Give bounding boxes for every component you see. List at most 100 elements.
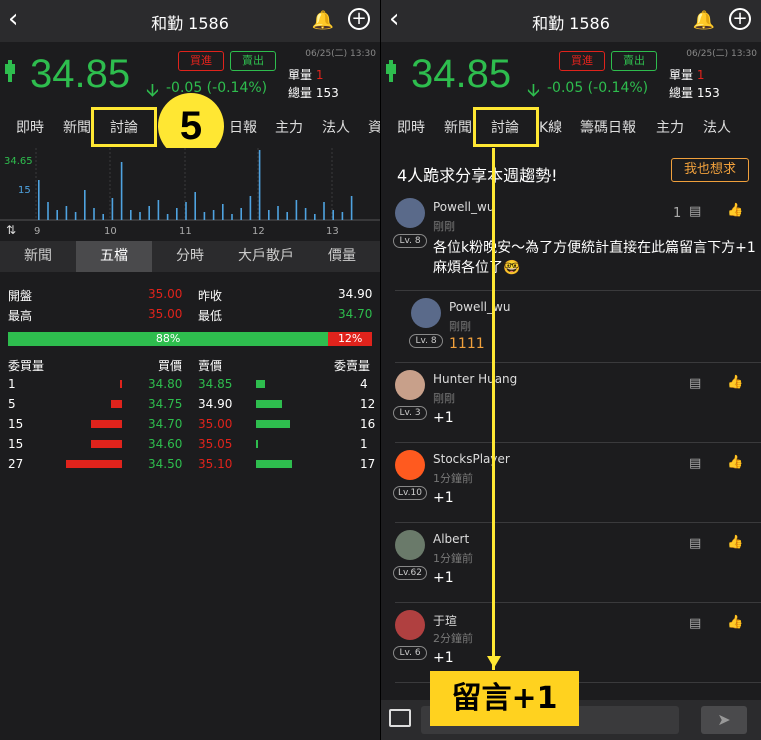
volume-bar: [74, 212, 77, 220]
subtab-news[interactable]: 新聞: [0, 241, 76, 272]
avatar[interactable]: [395, 530, 425, 560]
level-badge: Lv. 8: [409, 334, 443, 348]
reply-icon[interactable]: ▤: [689, 536, 701, 551]
tab-institutional[interactable]: 法人: [322, 117, 350, 137]
comment-text: +1: [433, 490, 454, 506]
volume-bar: [185, 202, 187, 220]
reply-count: 1: [673, 206, 682, 221]
bid-bar: [90, 420, 122, 428]
tab-kline[interactable]: K線: [539, 117, 562, 137]
ask-price: 35.05: [198, 437, 233, 451]
avatar[interactable]: [395, 610, 425, 640]
like-icon[interactable]: 👍: [727, 535, 743, 550]
volume-bar: [111, 198, 114, 220]
comment-author[interactable]: Albert: [433, 532, 469, 546]
volume-bar: [102, 214, 104, 220]
tab-daily[interactable]: 日報: [229, 117, 257, 137]
volume-bar: [286, 212, 288, 220]
ask-bar: [256, 400, 282, 408]
xtick-label: 13: [326, 226, 339, 237]
avatar[interactable]: [411, 298, 441, 328]
volume-bar: [166, 214, 169, 220]
total-volume: 總量 153: [669, 86, 720, 100]
ask-price: 35.10: [198, 457, 233, 471]
sell-button[interactable]: 賣出: [230, 51, 276, 71]
volume-bar: [130, 210, 132, 220]
volume-bar: [194, 192, 196, 220]
add-icon[interactable]: +: [729, 8, 751, 30]
image-icon[interactable]: [389, 709, 411, 727]
divider: [395, 362, 761, 363]
comment-time: 2分鐘前: [433, 632, 473, 645]
tab-institutional[interactable]: 法人: [703, 117, 731, 137]
subtab-price-volume[interactable]: 價量: [304, 241, 380, 272]
comment-author[interactable]: Powell_wu: [449, 300, 510, 314]
low-value: 34.70: [338, 307, 373, 321]
volume-bar: [295, 200, 298, 220]
toggle-icon[interactable]: ⇅: [6, 223, 16, 237]
volume-bar: [203, 212, 206, 220]
highlight-box: [91, 107, 157, 147]
volume-bar: [84, 190, 86, 220]
like-icon[interactable]: 👍: [727, 615, 743, 630]
volume-bar: [93, 208, 95, 220]
add-icon[interactable]: +: [348, 8, 370, 30]
down-arrow-icon: 🡫: [527, 80, 540, 101]
reply-icon[interactable]: ▤: [689, 204, 701, 219]
header-ask-qty: 委賣量: [334, 359, 371, 373]
me-too-button[interactable]: 我也想求: [671, 158, 749, 182]
left-screen: ‹ 和勤 1586 🔔 + 34.85 🡫 -0.05 (-0.14%) 買進 …: [0, 0, 380, 740]
send-button[interactable]: ➤: [701, 706, 747, 734]
datetime: 06/25(二) 13:30: [305, 49, 376, 59]
buy-button[interactable]: 買進: [178, 51, 224, 71]
nav-bar: ‹ 和勤 1586 🔔 +: [0, 0, 380, 42]
candle-icon: [386, 60, 396, 82]
tab-margin[interactable]: 資: [368, 117, 380, 137]
tab-main-force[interactable]: 主力: [656, 117, 684, 137]
tab-main-force[interactable]: 主力: [275, 117, 303, 137]
comment-author[interactable]: Hunter Huang: [433, 372, 517, 386]
reply-icon[interactable]: ▤: [689, 376, 701, 391]
volume-bar: [323, 202, 325, 220]
tab-realtime[interactable]: 即時: [16, 117, 44, 137]
avatar[interactable]: [395, 370, 425, 400]
buy-button[interactable]: 買進: [559, 51, 605, 71]
volume-bar: [240, 208, 242, 220]
sub-tabs: 新聞 五檔 分時 大戶散戶 價量: [0, 241, 380, 272]
ask-price: 34.90: [198, 397, 233, 411]
comment-text: +1: [433, 570, 454, 586]
subtab-five-levels[interactable]: 五檔: [76, 241, 152, 272]
volume-bar: [341, 212, 344, 220]
comment-author[interactable]: 于瑄: [433, 612, 457, 629]
comment-author[interactable]: Powell_wu: [433, 200, 494, 214]
like-icon[interactable]: 👍: [727, 203, 743, 218]
tab-news[interactable]: 新聞: [444, 117, 472, 137]
bell-icon[interactable]: 🔔: [312, 10, 334, 31]
tab-realtime[interactable]: 即時: [397, 117, 425, 137]
tab-news[interactable]: 新聞: [63, 117, 91, 137]
sell-button[interactable]: 賣出: [611, 51, 657, 71]
subtab-big-small[interactable]: 大戶散戶: [228, 241, 304, 272]
avatar[interactable]: [395, 450, 425, 480]
high-value: 35.00: [148, 307, 183, 321]
bid-qty: 5: [8, 397, 16, 411]
bell-icon[interactable]: 🔔: [693, 10, 715, 31]
bid-price: 34.80: [148, 377, 183, 391]
reply-icon[interactable]: ▤: [689, 456, 701, 471]
reply-icon[interactable]: ▤: [689, 616, 701, 631]
divider: [395, 602, 761, 603]
tab-chip-daily[interactable]: 籌碼日報: [580, 117, 636, 137]
comment-time: 1分鐘前: [433, 552, 473, 565]
price: 34.85: [411, 52, 512, 96]
like-icon[interactable]: 👍: [727, 455, 743, 470]
candle-icon: [5, 60, 15, 82]
price: 34.85: [30, 52, 131, 96]
divider: [395, 442, 761, 443]
subtab-timeshare[interactable]: 分時: [152, 241, 228, 272]
avatar[interactable]: [395, 198, 425, 228]
volume-chart: 34.65 15 9 10 11 12 13 ⇅: [0, 148, 380, 240]
xtick-label: 10: [104, 226, 117, 237]
comment-author[interactable]: StocksPlayer: [433, 452, 510, 466]
like-icon[interactable]: 👍: [727, 375, 743, 390]
datetime: 06/25(二) 13:30: [686, 49, 757, 59]
